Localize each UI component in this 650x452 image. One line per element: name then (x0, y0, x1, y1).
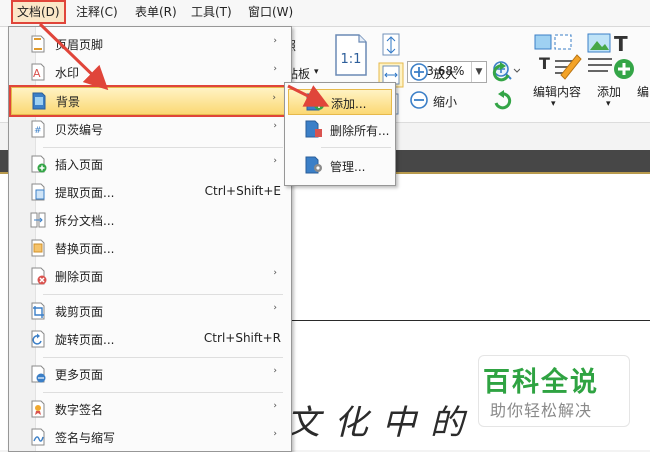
tutorial-arrows (38, 22, 330, 107)
arrow-to-background-icon (38, 22, 109, 91)
arrow-to-add-icon (287, 84, 330, 107)
